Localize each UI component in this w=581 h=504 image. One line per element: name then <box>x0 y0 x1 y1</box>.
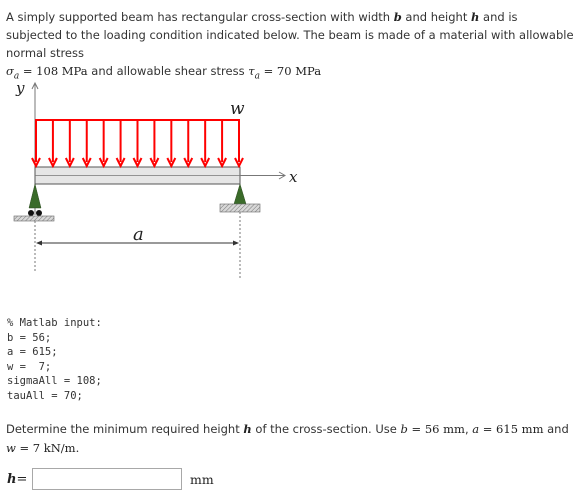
left-support-triangle <box>28 183 42 209</box>
span-arrow-right <box>233 240 239 246</box>
height-answer-input[interactable] <box>32 468 182 490</box>
left-ground <box>13 215 55 222</box>
intro-text: A simply supported beam has rectangular … <box>6 10 394 24</box>
matlab-input: % Matlab input: b = 56; a = 615; w = 7; sigm… <box>7 316 102 403</box>
answer-row: h= mm <box>7 467 214 491</box>
x-axis-label: x <box>289 168 298 186</box>
code-line: sigmaAll = 108; <box>7 375 102 387</box>
code-line: tauAll = 70; <box>7 389 83 402</box>
code-line: % Matlab input: <box>7 317 102 329</box>
distributed-load <box>31 119 244 169</box>
answer-label: h= <box>7 472 32 487</box>
question-text-part: of the cross-section. Use <box>251 422 401 436</box>
w-value: = 7 kN/m <box>15 441 76 455</box>
intro-text: and height <box>401 10 472 24</box>
right-support-triangle <box>233 183 247 205</box>
right-ground <box>219 203 261 213</box>
answer-unit: mm <box>190 471 214 487</box>
question-text-part: . <box>75 441 80 455</box>
roller-right <box>36 210 42 216</box>
span-arrow-left <box>36 240 42 246</box>
code-line: a = 615; <box>7 346 58 358</box>
b-value: = 56 mm <box>407 422 465 436</box>
var-b: b <box>400 422 408 436</box>
span-label: a <box>133 224 144 245</box>
var-b: b <box>393 10 402 24</box>
question-text-part: and <box>543 422 569 436</box>
roller-left <box>28 210 34 216</box>
y-axis-label: y <box>15 79 25 97</box>
code-line: b = 56; <box>7 331 52 344</box>
problem-statement: A simply supported beam has rectangular … <box>6 8 576 85</box>
var-w: w <box>6 441 16 455</box>
question-text: Determine the minimum required height h … <box>6 420 576 458</box>
var-h: h <box>243 422 252 436</box>
load-label: w <box>230 99 245 119</box>
a-value: = 615 mm <box>479 422 544 436</box>
code-line: w = 7; <box>7 360 52 373</box>
question-text-part: Determine the minimum required height <box>6 422 244 436</box>
answer-equals: = <box>16 471 28 487</box>
beam-diagram: y x w a <box>13 79 298 278</box>
